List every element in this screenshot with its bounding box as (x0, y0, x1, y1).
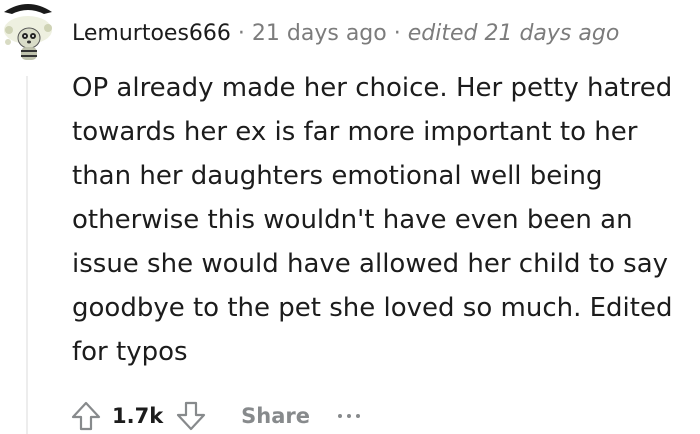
vote-score: 1.7k (112, 404, 164, 428)
comment: Lemurtoes666 · 21 days ago · edited 21 d… (0, 0, 700, 434)
comment-timestamp[interactable]: 21 days ago (252, 21, 387, 46)
meta-separator: · (393, 20, 401, 46)
arrow-down-icon (177, 401, 206, 431)
thread-line[interactable] (26, 76, 28, 434)
edited-timestamp: edited 21 days ago (407, 20, 620, 46)
lemur-avatar-icon[interactable] (0, 0, 56, 64)
downvote-button[interactable] (171, 396, 211, 434)
arrow-up-icon (71, 401, 101, 431)
comment-body: OP already made her choice. Her petty ha… (72, 73, 673, 367)
upvote-button[interactable] (66, 396, 106, 434)
meta-separator: · (237, 20, 245, 46)
share-button[interactable]: Share (241, 404, 310, 428)
ellipsis-icon[interactable] (338, 396, 361, 434)
comment-header: Lemurtoes666 · 21 days ago · edited 21 d… (72, 16, 619, 50)
username-link[interactable]: Lemurtoes666 (72, 21, 231, 46)
comment-actions: 1.7k Share (66, 396, 361, 434)
